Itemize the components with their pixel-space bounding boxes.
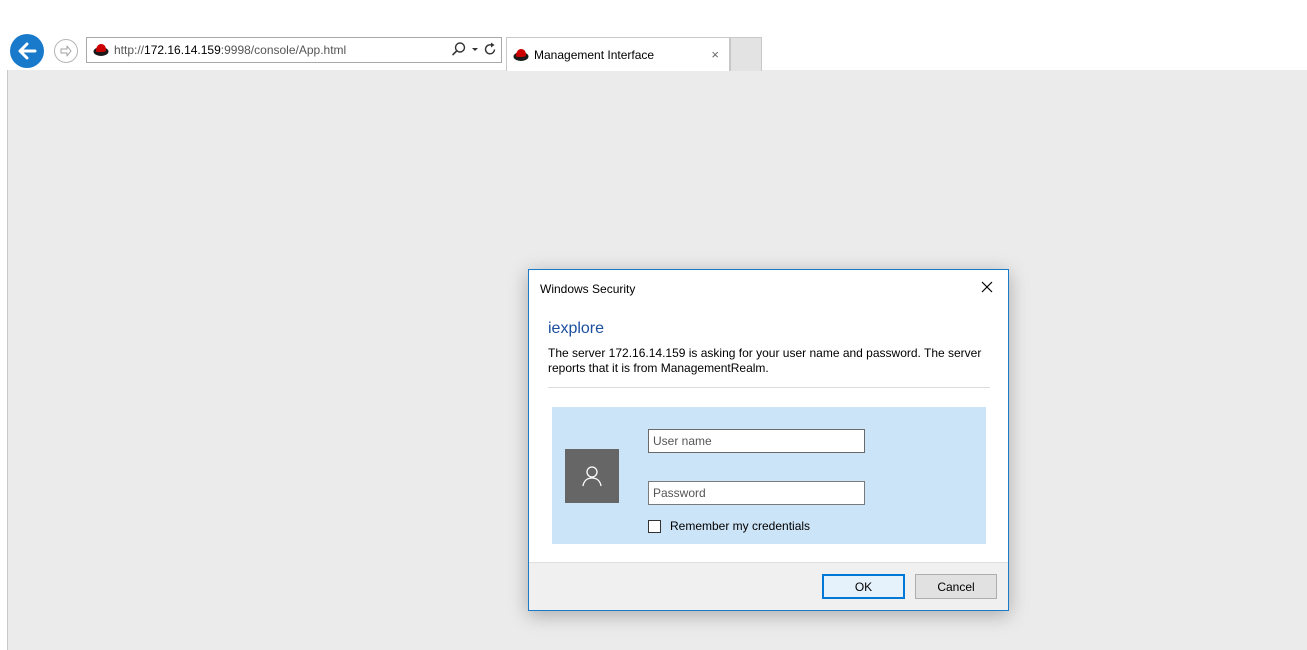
avatar [565,449,619,503]
url-prefix: http:// [114,43,145,57]
separator [548,387,990,388]
redhat-favicon-icon [93,44,109,56]
back-arrow-icon [18,42,37,60]
address-tools [451,41,497,57]
tab-title: Management Interface [534,47,655,62]
user-icon [582,466,602,487]
close-icon [981,281,993,293]
remember-label: Remember my credentials [670,519,811,533]
redhat-favicon-icon [513,48,529,61]
password-field[interactable] [648,481,865,505]
windows-security-dialog: Windows Security iexplore The server 172… [528,269,1009,611]
tab-management-interface[interactable]: Management Interface × [506,37,730,71]
back-button[interactable] [10,34,44,68]
dialog-close-button[interactable] [974,276,1000,298]
url-host: 172.16.14.159 [144,43,221,57]
url-text: http://172.16.14.159:9998/console/App.ht… [114,43,346,57]
new-tab-button[interactable] [730,37,762,71]
remember-checkbox[interactable] [648,519,661,533]
remember-credentials[interactable]: Remember my credentials [648,519,810,533]
url-rest: :9998/console/App.html [220,43,347,57]
server-message: The server 172.16.14.159 is asking for y… [548,346,982,375]
dialog-title: Windows Security [540,282,636,296]
address-bar[interactable]: http://172.16.14.159:9998/console/App.ht… [86,37,502,63]
cancel-button[interactable]: Cancel [915,574,997,599]
search-icon[interactable] [451,41,467,57]
ok-button[interactable]: OK [822,574,905,599]
dropdown-icon[interactable] [471,41,479,57]
close-tab-icon[interactable]: × [711,47,719,62]
credential-panel: Remember my credentials [552,407,986,544]
browser-toolbar: http://172.16.14.159:9998/console/App.ht… [0,0,1307,71]
username-field[interactable] [648,429,865,453]
browser-left-edge [0,70,8,650]
forward-button[interactable] [54,39,78,63]
app-name: iexplore [548,320,605,337]
forward-arrow-icon [60,45,72,57]
dialog-footer: OK Cancel [529,562,1008,610]
refresh-icon[interactable] [483,41,497,57]
